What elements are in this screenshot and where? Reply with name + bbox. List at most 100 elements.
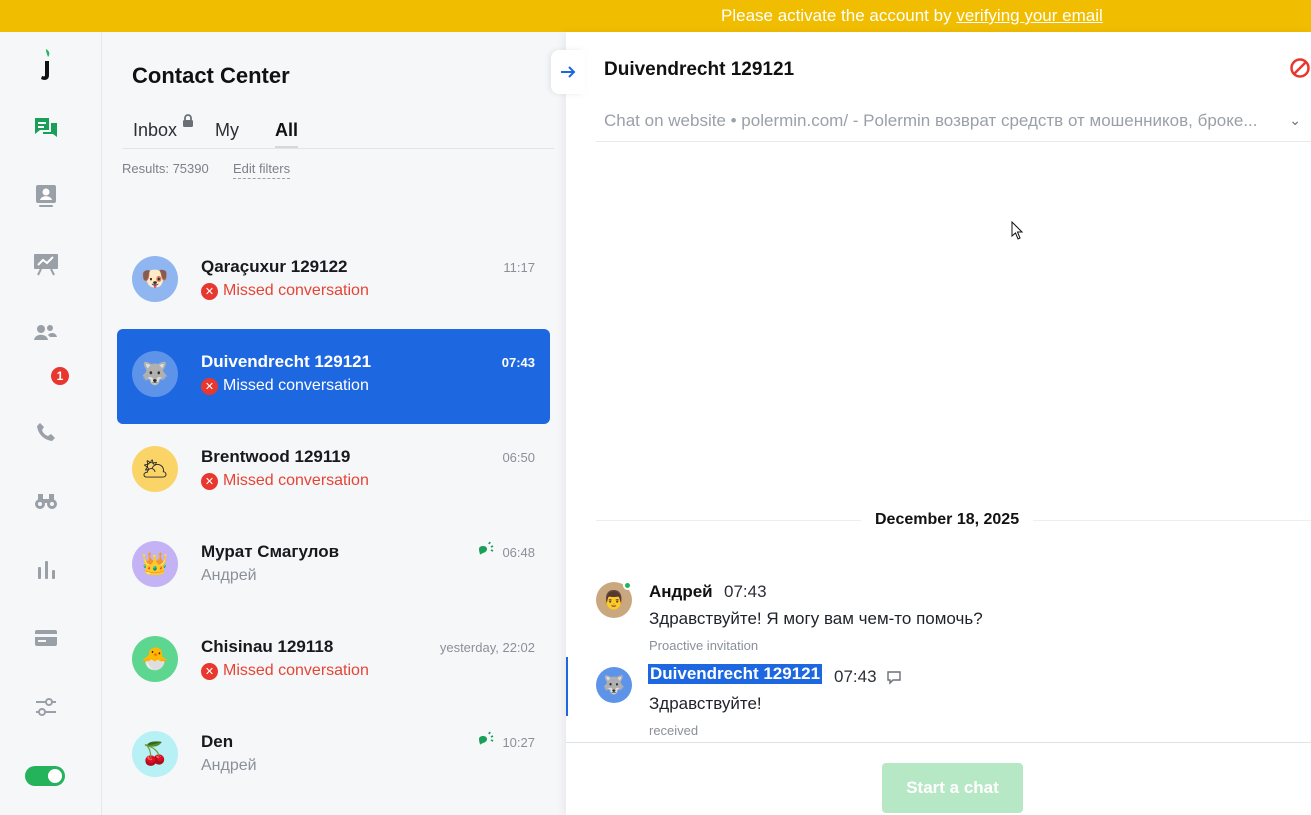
banner-text: Please activate the account by: [721, 6, 957, 25]
sidebar-item-contacts[interactable]: [29, 179, 63, 213]
conversation-time: 06:50: [502, 450, 535, 465]
contact-card-icon: [36, 185, 56, 207]
chat-title: Duivendrecht 129121: [604, 59, 795, 80]
message-author: Duivendrecht 129121: [648, 664, 823, 684]
conversation-item[interactable]: 🐶 Qaraçuxur 129122 11:17 ✕ Missed convers…: [117, 234, 550, 329]
tab-inbox-label: Inbox: [133, 120, 178, 140]
status-toggle[interactable]: [25, 766, 65, 786]
avatar: 🐺: [596, 667, 632, 703]
chat-bubble-icon: [887, 671, 901, 685]
header-divider: [596, 141, 1311, 142]
sidebar-item-chats[interactable]: [29, 111, 63, 145]
conversation-item-selected[interactable]: 🐺 Duivendrecht 129121 07:43 ✕ Missed conv…: [117, 329, 550, 424]
app-logo[interactable]: [29, 48, 63, 82]
results-count: Results: 75390: [122, 161, 209, 176]
avatar: 🍒: [132, 731, 178, 777]
conversation-agent: Андрей: [201, 567, 257, 584]
footer-divider: [566, 742, 1311, 743]
agent-typing-icon: [479, 541, 494, 555]
missed-icon: ✕: [201, 377, 218, 395]
online-indicator: [623, 581, 632, 590]
chevron-down-icon[interactable]: ⌄: [1289, 112, 1301, 129]
sidebar: 1: [0, 32, 102, 815]
message-time: 07:43: [724, 582, 767, 601]
missed-icon: ✕: [201, 282, 218, 300]
missed-icon: ✕: [201, 662, 218, 680]
conversation-time: 06:48: [502, 545, 535, 560]
conversation-name: Мурат Смагулов: [201, 542, 340, 561]
conversation-item[interactable]: 🌥 Brentwood 129119 06:50 ✕ Missed convers…: [117, 424, 550, 519]
message-marker: [566, 657, 568, 716]
sidebar-item-analytics[interactable]: [29, 553, 63, 587]
binoculars-icon: [35, 494, 57, 509]
conversation-name: Qaraçuxur 129122: [201, 257, 348, 276]
message-meta: Proactive invitation: [649, 638, 759, 653]
message-meta: received: [649, 723, 699, 738]
avatar: 🐶: [132, 256, 178, 302]
lock-icon: [183, 114, 194, 127]
conversation-name: Duivendrecht 129121: [201, 352, 372, 371]
conversation-name: Den: [201, 732, 234, 751]
credit-card-icon: [35, 630, 57, 646]
sidebar-item-reports[interactable]: [29, 247, 63, 281]
date-label: December 18, 2025: [861, 511, 1034, 529]
contact-center-panel: Contact Center Inbox My All Results: 753…: [102, 32, 566, 815]
activation-banner: Please activate the account by verifying…: [0, 0, 1311, 32]
verify-email-link[interactable]: verifying your email: [956, 6, 1102, 25]
conversation-status-text: Missed conversation: [223, 377, 369, 394]
chat-icon: [35, 118, 57, 137]
team-icon: [34, 325, 57, 340]
edit-filters-link[interactable]: Edit filters: [233, 161, 291, 179]
avatar: 🐺: [132, 351, 178, 397]
conversation-agent: Андрей: [201, 757, 257, 774]
conversation-status: ✕ Missed conversation: [201, 472, 369, 490]
agent-avatar-icon: 👨: [602, 589, 626, 610]
conversation-status-text: Missed conversation: [223, 282, 369, 299]
avatar: 👨: [596, 581, 632, 618]
channel-info[interactable]: Chat on website • polermin.com/ - Polerm…: [604, 111, 1294, 131]
conversation-status: ✕ Missed conversation: [201, 377, 369, 395]
arrow-right-icon: [561, 66, 576, 78]
sidebar-item-billing[interactable]: [29, 621, 63, 655]
conversation-time: 11:17: [503, 260, 535, 275]
settings-sliders-icon: [36, 698, 56, 716]
message-text: Здравствуйте!: [649, 694, 762, 713]
conversation-item[interactable]: 🍒 Den 10:27 Андрей: [117, 709, 550, 804]
avatar: 🌥: [132, 446, 178, 492]
agent-typing-icon: [479, 731, 494, 745]
conversation-time: yesterday, 22:02: [439, 640, 535, 655]
page-title: Contact Center: [132, 63, 290, 88]
tab-my[interactable]: My: [215, 120, 239, 141]
conversation-status-text: Missed conversation: [223, 662, 369, 679]
logo-icon: [41, 49, 50, 80]
message-time: 07:43: [834, 667, 877, 686]
conversation-name: Chisinau 129118: [201, 637, 334, 656]
tabs-divider: [122, 148, 554, 149]
sidebar-item-settings[interactable]: [29, 690, 63, 724]
conversation-item[interactable]: 🐣 Chisinau 129118 yesterday, 22:02 ✕ Miss…: [117, 614, 550, 709]
block-icon[interactable]: [1289, 57, 1311, 79]
tab-inbox[interactable]: Inbox: [133, 114, 194, 141]
avatar: 🐣: [132, 636, 178, 682]
phone-icon: [37, 423, 55, 441]
conversation-status: ✕ Missed conversation: [201, 282, 369, 300]
tab-all[interactable]: All: [275, 120, 299, 149]
conversation-item[interactable]: 👑 Мурат Смагулов 06:48 Андрей: [117, 519, 550, 614]
bar-chart-icon: [38, 561, 55, 579]
conversation-status: ✕ Missed conversation: [201, 662, 369, 680]
collapse-list-button[interactable]: [551, 50, 585, 94]
sidebar-item-calls[interactable]: [29, 415, 63, 449]
conversation-time: 07:43: [501, 355, 535, 370]
missed-icon: ✕: [201, 472, 218, 490]
sidebar-item-team[interactable]: [29, 316, 63, 350]
message-text: Здравствуйте! Я могу вам чем-то помочь?: [649, 609, 983, 628]
conversation-status-text: Missed conversation: [223, 472, 369, 489]
conversation-name: Brentwood 129119: [201, 447, 351, 466]
message-author: Андрей: [649, 582, 713, 601]
conversation-time: 10:27: [502, 735, 535, 750]
start-chat-button[interactable]: Start a chat: [882, 763, 1023, 813]
avatar: 👑: [132, 541, 178, 587]
team-badge: 1: [49, 365, 71, 387]
presentation-chart-icon: [34, 254, 58, 276]
sidebar-item-visitors[interactable]: [29, 484, 63, 518]
